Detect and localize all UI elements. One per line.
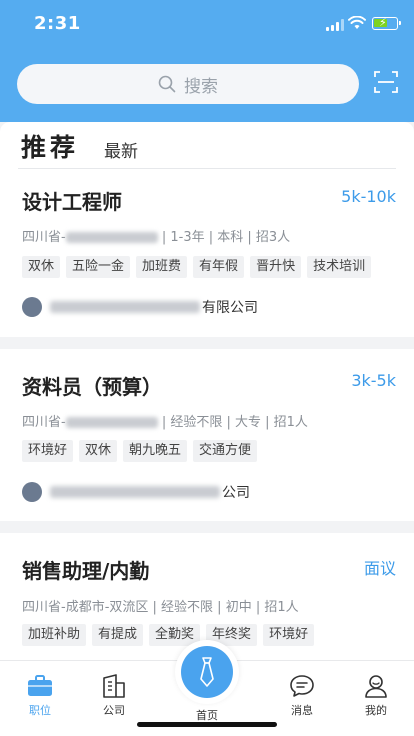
job-tag: 双休 [22, 256, 61, 278]
job-location: 四川省- [22, 230, 66, 245]
home-indicator [137, 722, 277, 727]
job-title: 销售助理/内勤 [22, 559, 150, 583]
job-tag: 有提成 [92, 624, 144, 646]
job-salary: 5k-10k [341, 187, 396, 206]
job-meta: 四川省- | 1-3年 | 本科 | 招3人 [22, 226, 290, 245]
scan-icon[interactable] [374, 70, 398, 94]
job-tag: 朝九晚五 [123, 440, 188, 462]
job-details: | 经验不限 | 初中 | 招1人 [152, 600, 299, 615]
status-bar: 2:31 ⚡ [0, 0, 414, 48]
company-name: 公司 [222, 485, 250, 501]
job-salary: 面议 [363, 559, 396, 578]
tab-recommended[interactable]: 推荐 [21, 128, 79, 164]
briefcase-icon [28, 675, 52, 696]
company-row[interactable]: 有限公司 [22, 297, 258, 317]
job-tag: 五险一金 [66, 256, 131, 278]
job-meta: 四川省-成都市-双流区 | 经验不限 | 初中 | 招1人 [22, 596, 299, 615]
job-tag: 晋升快 [250, 256, 302, 278]
job-tag: 加班费 [136, 256, 188, 278]
redacted-text [65, 232, 158, 243]
job-tags: 加班补助 有提成 全勤奖 年终奖 环境好 [22, 624, 320, 646]
job-title: 设计工程师 [22, 190, 122, 214]
tab-mine[interactable]: 我的 [346, 674, 406, 718]
message-icon [290, 675, 314, 697]
battery-icon: ⚡ [372, 16, 401, 30]
job-tag: 环境好 [22, 440, 74, 462]
tab-home-label[interactable]: 首页 [175, 707, 239, 723]
job-tag: 有年假 [193, 256, 245, 278]
redacted-text [50, 486, 220, 498]
tab-label: 职位 [29, 704, 51, 717]
job-tag: 交通方便 [193, 440, 258, 462]
job-salary: 3k-5k [351, 371, 396, 390]
job-location: 四川省- [22, 415, 66, 430]
job-tags: 双休 五险一金 加班费 有年假 晋升快 技术培训 [22, 256, 377, 278]
cellular-signal-icon [326, 19, 344, 31]
tie-icon [200, 657, 214, 687]
status-time: 2:31 [34, 13, 81, 34]
job-tag: 双休 [79, 440, 118, 462]
search-bar[interactable]: 搜索 [17, 64, 359, 104]
job-tag: 加班补助 [22, 624, 87, 646]
company-logo [22, 482, 42, 502]
job-details: | 经验不限 | 大专 | 招1人 [161, 415, 308, 430]
job-title: 资料员（预算） [22, 375, 162, 399]
tab-company[interactable]: 公司 [84, 674, 144, 718]
wifi-icon [348, 16, 366, 29]
company-name: 有限公司 [202, 300, 258, 316]
tab-label: 我的 [365, 704, 387, 717]
job-card[interactable]: 资料员（预算） 3k-5k 四川省- | 经验不限 | 大专 | 招1人 环境好… [0, 349, 414, 521]
company-row[interactable]: 公司 [22, 482, 250, 502]
job-tags: 环境好 双休 朝九晚五 交通方便 [22, 440, 263, 462]
job-card[interactable]: 设计工程师 5k-10k 四川省- | 1-3年 | 本科 | 招3人 双休 五… [0, 169, 414, 337]
building-icon [103, 674, 125, 698]
job-location: 四川省-成都市-双流区 [22, 600, 149, 615]
user-icon [365, 675, 387, 698]
search-icon [158, 75, 176, 93]
job-tag: 技术培训 [307, 256, 372, 278]
tab-jobs[interactable]: 职位 [10, 674, 70, 718]
job-tag: 环境好 [263, 624, 315, 646]
tab-label: 公司 [103, 704, 125, 717]
job-meta: 四川省- | 经验不限 | 大专 | 招1人 [22, 411, 308, 430]
company-logo [22, 297, 42, 317]
home-button[interactable] [175, 640, 239, 704]
tab-latest[interactable]: 最新 [104, 137, 138, 162]
redacted-text [65, 417, 158, 428]
tab-messages[interactable]: 消息 [272, 674, 332, 718]
search-placeholder: 搜索 [184, 76, 218, 97]
redacted-text [50, 301, 200, 313]
job-details: | 1-3年 | 本科 | 招3人 [161, 230, 291, 245]
tab-label: 消息 [291, 704, 313, 717]
